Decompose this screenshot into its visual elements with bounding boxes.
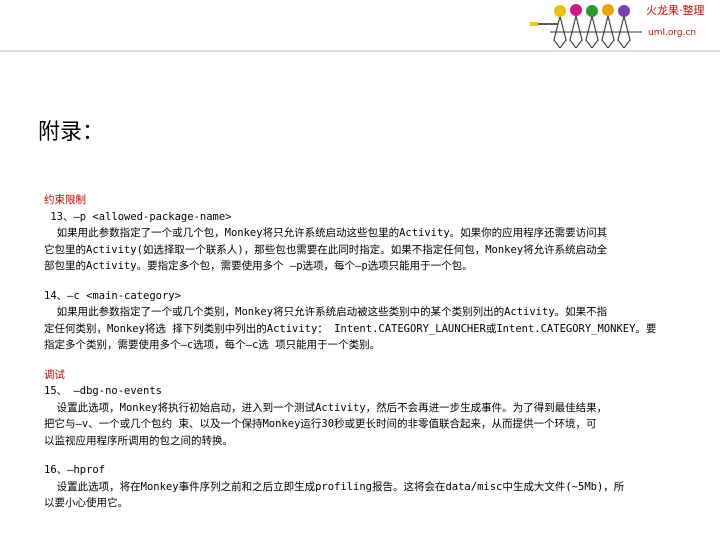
paragraph-16-line: 设置此选项，将在Monkey事件序列之前和之后立即生成profiling报告。这… — [44, 480, 625, 493]
paragraph-13-line: 它包里的Activity(如选择取一个联系人)，那些包也需要在此同时指定。如果不… — [44, 243, 608, 256]
paragraph-16: 16、—hprof 设置此选项，将在Monkey事件序列之前和之后立即生成pro… — [44, 462, 674, 512]
section-title-debug: 调试 — [44, 368, 65, 381]
paragraph-16-line: 以要小心使用它。 — [44, 497, 128, 509]
paragraph-13: 13、—p <allowed-package-name> 如果用此参数指定了一个… — [44, 209, 674, 275]
paragraph-14-head: 14、—c <main-category> — [44, 289, 181, 302]
paragraph-15-head: 15、 —dbg-no-events — [44, 385, 162, 397]
paragraph-15-line: 以监视应用程序所调用的包之间的转换。 — [44, 434, 233, 447]
paragraph-14-line: 如果用此参数指定了一个或几个类别，Monkey将只允许系统启动被这些类别中的某个… — [44, 306, 608, 318]
paragraph-13-line: 如果用此参数指定了一个或几个包，Monkey将只允许系统启动这些包里的Activ… — [44, 227, 608, 239]
paragraph-16-head: 16、—hprof — [44, 464, 106, 476]
paragraph-13-head: 13、—p <allowed-package-name> — [44, 210, 232, 223]
brand-label: 火龙果·整理 — [646, 4, 705, 17]
paragraph-14: 14、—c <main-category> 如果用此参数指定了一个或几个类别，M… — [44, 288, 674, 354]
paragraph-14-line: 指定多个类别，需要使用多个—c选项，每个—c选 项只能用于一个类别。 — [44, 339, 381, 351]
header-divider — [0, 50, 720, 52]
paragraph-14-line: 定任何类别，Monkey将选 择下列类别中列出的Activity： Intent… — [44, 322, 657, 335]
page-title: 附录： — [38, 120, 105, 145]
appendix-body: 约束限制 13、—p <allowed-package-name> 如果用此参数… — [44, 192, 674, 512]
paragraph-15-line: 把它与—v、一个或几个包约 束、以及一个保持Monkey运行30秒或更长时间的非… — [44, 418, 597, 430]
brand-url[interactable]: uml.org.cn — [648, 28, 696, 38]
paragraph-15-line: 设置此选项，Monkey将执行初始启动，进入到一个测试Activity，然后不会… — [44, 401, 608, 414]
people-tree-logo-icon — [530, 4, 642, 49]
section-title-constraints: 约束限制 — [44, 194, 86, 206]
paragraph-13-line: 部包里的Activity。要指定多个包，需要使用多个 —p选项，每个—p选项只能… — [44, 260, 473, 272]
paragraph-15: 15、 —dbg-no-events 设置此选项，Monkey将执行初始启动，进… — [44, 383, 674, 449]
